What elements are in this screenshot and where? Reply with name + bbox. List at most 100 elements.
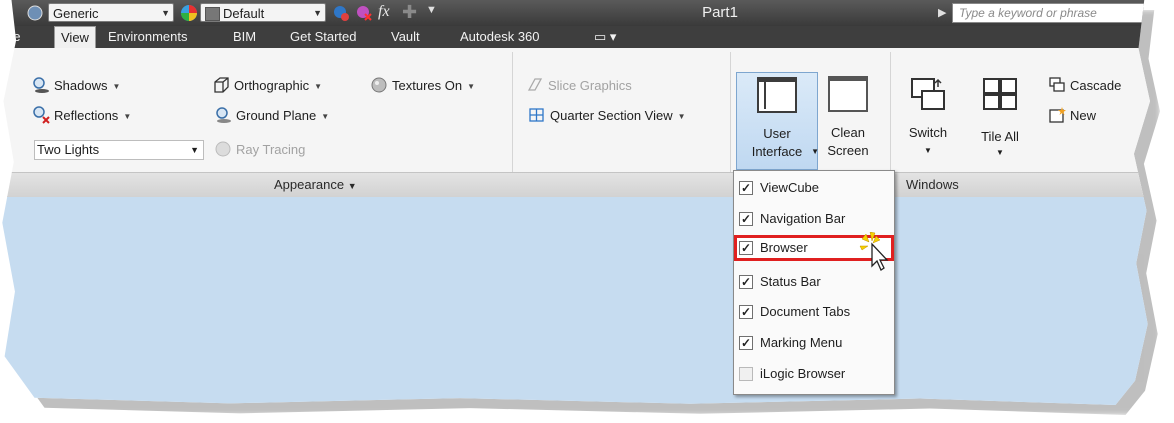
chevron-down-icon: ▼ bbox=[313, 8, 322, 18]
ribbon: Shadows ▼ Reflections ▼ Two Lights ▼ Ortho… bbox=[2, 48, 1150, 198]
quarter-section-view-label: Quarter Section View bbox=[550, 108, 673, 123]
checkbox-checked-icon: ✓ bbox=[739, 336, 753, 350]
shadows-icon bbox=[33, 77, 49, 93]
ray-tracing-button[interactable]: Ray Tracing bbox=[214, 140, 305, 159]
menu-item-label: Document Tabs bbox=[760, 304, 851, 319]
switch-label: Switch bbox=[908, 125, 948, 140]
orthographic-button[interactable]: Orthographic ▼ bbox=[212, 76, 322, 96]
tab-environments[interactable]: Environments bbox=[108, 26, 187, 48]
new-window-label: New bbox=[1070, 108, 1097, 123]
menu-item-document-tabs[interactable]: ✓ Document Tabs bbox=[734, 299, 894, 325]
menu-item-label: iLogic Browser bbox=[760, 366, 846, 381]
clean-screen-button[interactable]: Clean Screen bbox=[820, 72, 876, 170]
textures-icon bbox=[371, 77, 387, 93]
title-bar: Generic ▼ Default ▼ fx ✚ ▼ Part1 ▶ Type … bbox=[2, 0, 1150, 26]
chevron-down-icon: ▼ bbox=[161, 8, 170, 18]
shadows-label: Shadows bbox=[54, 78, 108, 93]
menu-item-label: Browser bbox=[760, 240, 808, 255]
new-window-button[interactable]: New bbox=[1048, 106, 1096, 125]
tab-vault[interactable]: Vault bbox=[391, 26, 420, 48]
adjust-appearance-icon[interactable] bbox=[332, 4, 350, 22]
tile-all-button[interactable]: Tile All ▼ bbox=[970, 72, 1030, 170]
qat-customize-icon[interactable]: ▼ bbox=[426, 4, 437, 16]
tab-options-icon[interactable]: ▭ ▾ bbox=[594, 26, 616, 48]
shadows-button[interactable]: Shadows ▼ bbox=[32, 76, 120, 96]
chevron-down-icon: ▼ bbox=[321, 112, 330, 121]
checkbox-checked-icon: ✓ bbox=[739, 275, 753, 289]
reflections-icon bbox=[33, 106, 50, 124]
chevron-down-icon: ▼ bbox=[677, 112, 686, 121]
chevron-down-icon: ▼ bbox=[123, 112, 132, 121]
reflections-button[interactable]: Reflections ▼ bbox=[32, 106, 131, 126]
menu-item-ilogic-browser[interactable]: iLogic Browser bbox=[734, 361, 894, 387]
checkbox-checked-icon: ✓ bbox=[739, 241, 753, 255]
clean-screen-label-line1: Clean bbox=[831, 125, 865, 140]
user-interface-button[interactable]: User Interface ▼ bbox=[736, 72, 819, 170]
chevron-down-icon: ▼ bbox=[314, 82, 323, 91]
quarter-section-view-button[interactable]: Quarter Section View ▼ bbox=[528, 106, 686, 126]
tab-bim[interactable]: BIM bbox=[233, 26, 256, 48]
textures-button[interactable]: Textures On ▼ bbox=[370, 76, 475, 96]
search-input[interactable]: Type a keyword or phrase bbox=[952, 3, 1150, 23]
chevron-down-icon: ▼ bbox=[467, 82, 476, 91]
tab-autodesk-360[interactable]: Autodesk 360 bbox=[460, 26, 540, 48]
fx-parameters-icon[interactable]: fx bbox=[378, 3, 390, 21]
color-wheel-icon[interactable] bbox=[180, 4, 198, 22]
menu-item-marking-menu[interactable]: ✓ Marking Menu bbox=[734, 330, 894, 356]
material-combo-value: Generic bbox=[53, 6, 99, 21]
slice-graphics-icon bbox=[527, 78, 543, 91]
orthographic-label: Orthographic bbox=[234, 78, 310, 93]
chevron-down-icon: ▼ bbox=[347, 181, 357, 191]
checkbox-checked-icon: ✓ bbox=[739, 305, 753, 319]
browser-pane-line bbox=[764, 82, 766, 109]
chevron-down-icon: ▼ bbox=[996, 148, 1004, 157]
menu-item-label: Marking Menu bbox=[760, 335, 843, 350]
application-window: Generic ▼ Default ▼ fx ✚ ▼ Part1 ▶ Type … bbox=[2, 0, 1150, 405]
switch-window-icon bbox=[911, 78, 945, 110]
cascade-label: Cascade bbox=[1070, 78, 1122, 93]
tile-all-label: Tile All bbox=[981, 129, 1019, 144]
clean-screen-label-line2: Screen bbox=[827, 143, 869, 158]
lighting-style-combo[interactable]: Two Lights ▼ bbox=[34, 140, 204, 160]
menu-item-viewcube[interactable]: ✓ ViewCube bbox=[734, 175, 894, 201]
textures-label: Textures On bbox=[392, 78, 463, 93]
search-expand-icon[interactable]: ▶ bbox=[938, 6, 946, 19]
ground-plane-button[interactable]: Ground Plane ▼ bbox=[214, 106, 329, 126]
user-interface-label-line2: Interface bbox=[751, 144, 803, 159]
panel-separator bbox=[730, 52, 731, 172]
document-title: Part1 bbox=[702, 4, 738, 21]
switch-button[interactable]: Switch ▼ bbox=[898, 72, 958, 170]
clear-appearance-icon[interactable] bbox=[355, 4, 373, 22]
orthographic-icon bbox=[214, 77, 229, 93]
appearance-combo-value: Default bbox=[223, 6, 265, 21]
ground-plane-icon bbox=[216, 107, 231, 123]
ground-plane-label: Ground Plane bbox=[236, 108, 317, 123]
checkbox-checked-icon: ✓ bbox=[739, 212, 753, 226]
app-icon bbox=[27, 5, 43, 21]
user-interface-label-line1: User bbox=[763, 126, 791, 141]
panel-separator bbox=[512, 52, 513, 172]
panel-separator bbox=[890, 52, 891, 172]
appearance-panel-label[interactable]: Appearance ▼ bbox=[274, 173, 357, 198]
tab-home[interactable]: ne bbox=[6, 26, 20, 48]
tab-view[interactable]: View bbox=[54, 26, 96, 49]
tab-get-started[interactable]: Get Started bbox=[290, 26, 356, 48]
section-view-icon bbox=[529, 108, 544, 122]
menu-item-label: Status Bar bbox=[760, 274, 821, 289]
graphics-canvas[interactable] bbox=[2, 197, 1150, 405]
cascade-button[interactable]: Cascade bbox=[1048, 76, 1121, 95]
appearance-combo[interactable]: Default ▼ bbox=[200, 3, 326, 22]
menu-item-navigation-bar[interactable]: ✓ Navigation Bar bbox=[734, 206, 894, 232]
panel-label-bar: Appearance ▼ Windows bbox=[2, 172, 1150, 198]
menu-item-status-bar[interactable]: ✓ Status Bar bbox=[734, 269, 894, 295]
plus-icon[interactable]: ✚ bbox=[402, 2, 417, 23]
user-interface-icon bbox=[757, 77, 797, 113]
chevron-down-icon: ▼ bbox=[112, 82, 121, 91]
material-combo[interactable]: Generic ▼ bbox=[48, 3, 174, 22]
ray-tracing-label: Ray Tracing bbox=[236, 142, 306, 157]
slice-graphics-label: Slice Graphics bbox=[548, 78, 632, 93]
slice-graphics-button[interactable]: Slice Graphics bbox=[526, 76, 632, 95]
tile-all-icon bbox=[983, 78, 1017, 110]
chevron-down-icon: ▼ bbox=[811, 147, 819, 156]
appearance-swatch-icon bbox=[205, 7, 220, 21]
